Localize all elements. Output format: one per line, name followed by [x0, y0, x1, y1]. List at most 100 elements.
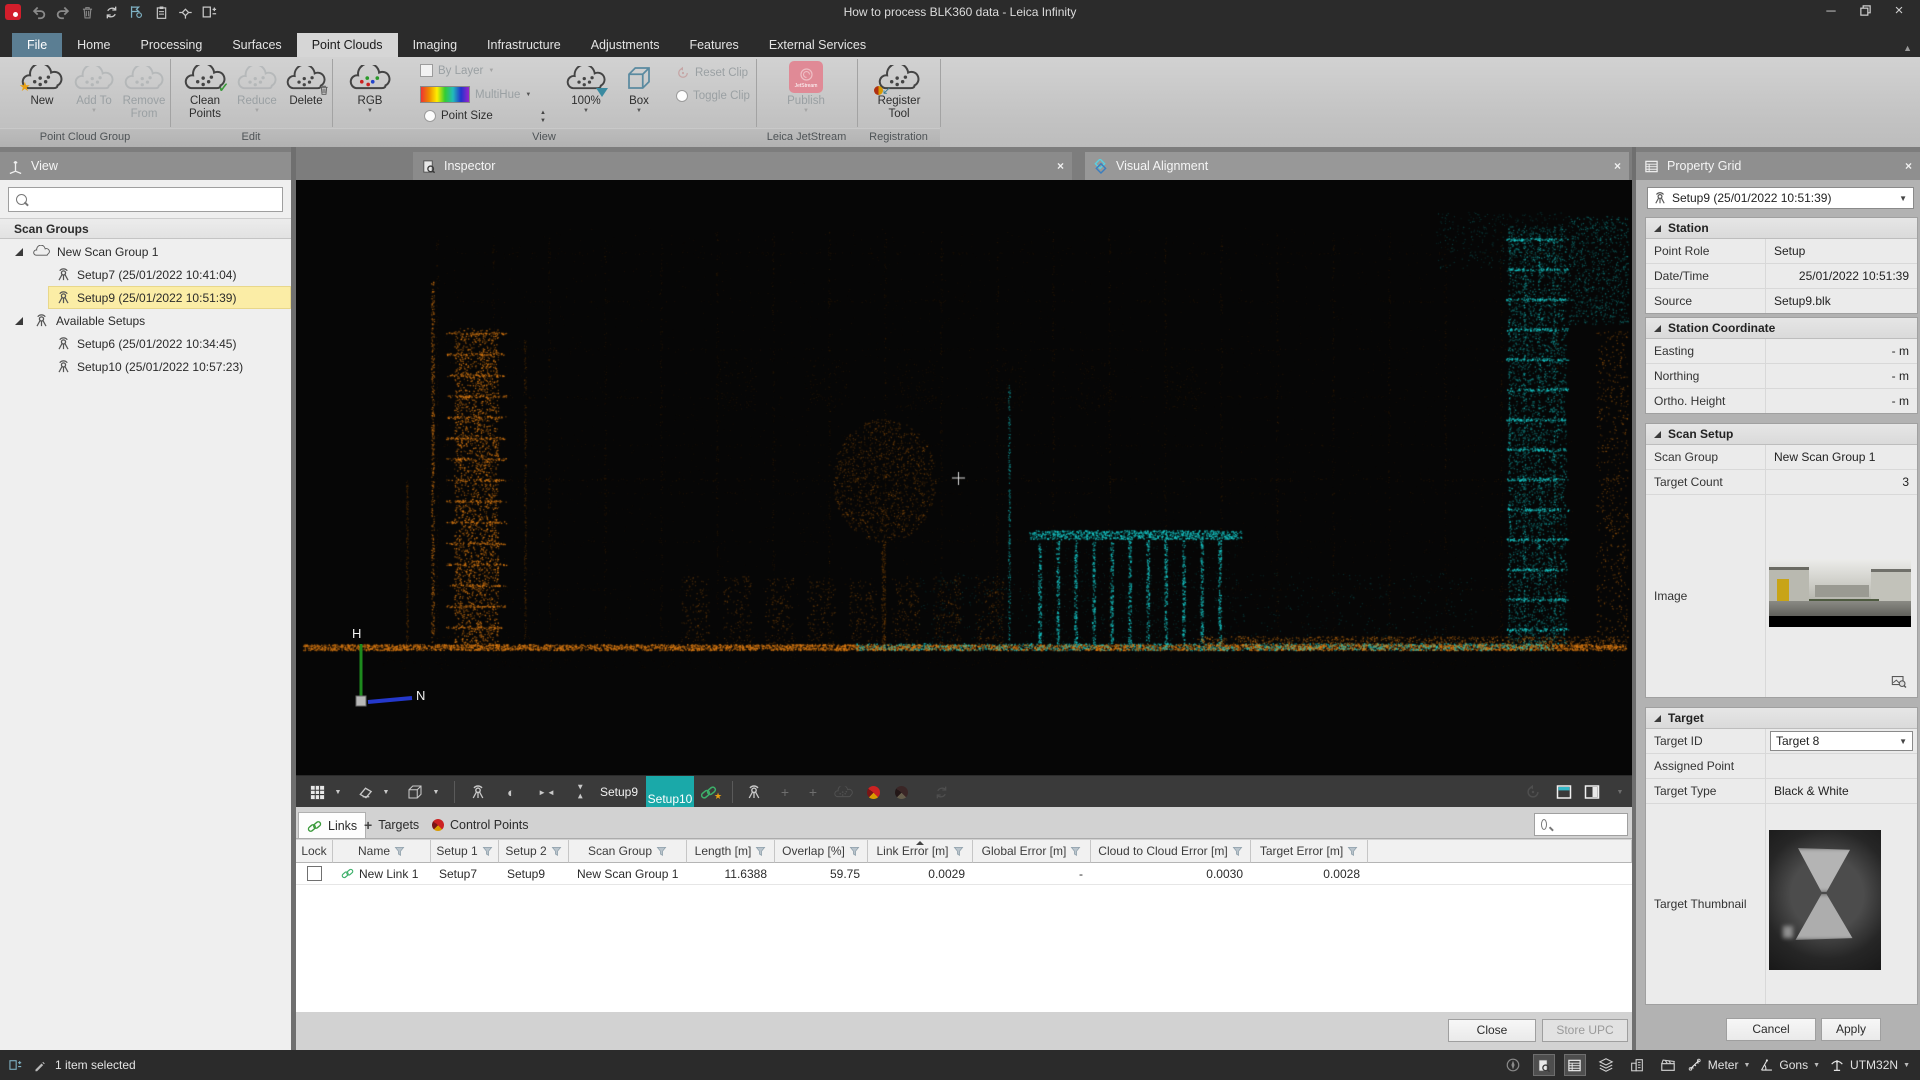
reset-rotation-icon[interactable] [1522, 776, 1544, 808]
remove-from-button[interactable]: Remove From [118, 59, 170, 127]
links-search-box[interactable] [1534, 813, 1628, 836]
delete-points-button[interactable]: Delete [282, 59, 330, 127]
view-from-station-icon[interactable] [742, 776, 766, 808]
tree-item-setup-selected[interactable]: Setup9 (25/01/2022 10:51:39) [0, 286, 291, 309]
publish-button[interactable]: JetStream Publish ▼ [776, 59, 836, 127]
point-cloud-render[interactable] [296, 180, 1632, 775]
property-grid-close-icon[interactable]: × [1905, 159, 1912, 173]
collapse-icon[interactable] [1654, 325, 1661, 332]
menu-tab-infrastructure[interactable]: Infrastructure [472, 33, 576, 57]
control-points-icon[interactable] [862, 776, 884, 808]
filter-icon[interactable] [1232, 846, 1243, 857]
collapse-ribbon-icon[interactable]: ▲ [1903, 43, 1912, 53]
distance-unit-selector[interactable]: Meter ▼ [1688, 1058, 1751, 1073]
compass-icon[interactable] [1502, 1054, 1524, 1076]
point-size-stepper[interactable]: ▲▼ [540, 110, 546, 124]
split-horizontal-icon[interactable] [1552, 776, 1576, 808]
inspector-panel-tab[interactable]: Inspector × [413, 152, 1072, 180]
grid-view-dropdown-icon[interactable]: ▼ [332, 776, 344, 808]
cancel-button[interactable]: Cancel [1726, 1018, 1816, 1041]
column-header-setup1[interactable]: Setup 1 [431, 840, 499, 863]
clean-points-button[interactable]: ✓ Clean Points [178, 59, 232, 127]
toggle-clip-option[interactable]: Toggle Clip [676, 90, 750, 102]
filter-icon[interactable] [1347, 846, 1358, 857]
add-to-button[interactable]: Add To ▼ [70, 59, 118, 127]
tab-targets[interactable]: + Targets [356, 812, 427, 838]
inspector-toggle-icon[interactable] [1533, 1054, 1555, 1076]
section-header[interactable]: Target [1646, 708, 1917, 729]
visual-alignment-close-icon[interactable]: × [1614, 159, 1621, 173]
column-header-link-error[interactable]: Link Error [m] [868, 840, 973, 863]
view-panel-tab[interactable]: View [0, 152, 291, 180]
angle-unit-selector[interactable]: Gons ▼ [1759, 1058, 1820, 1073]
column-header-lock[interactable]: Lock [296, 840, 333, 863]
expander-icon[interactable] [15, 248, 23, 256]
column-header-global-error[interactable]: Global Error [m] [973, 840, 1091, 863]
links-search-input[interactable] [1553, 818, 1627, 832]
table-row[interactable]: New Link 1 Setup7 Setup9 New Scan Group … [296, 863, 1632, 885]
filter-icon[interactable] [1070, 846, 1081, 857]
create-link-icon[interactable]: ★ [698, 776, 724, 808]
apply-button[interactable]: Apply [1821, 1018, 1881, 1041]
filter-icon[interactable] [394, 846, 405, 857]
collapse-icon[interactable] [1654, 225, 1661, 232]
menu-tab-home[interactable]: Home [62, 33, 125, 57]
filter-icon[interactable] [953, 846, 964, 857]
split-vertical-icon[interactable] [1580, 776, 1604, 808]
add-point-icon[interactable]: + [802, 776, 824, 808]
image-zoom-icon[interactable] [1891, 673, 1907, 689]
crs-selector[interactable]: UTM32N ▼ [1829, 1057, 1910, 1073]
toolbar-overflow-icon[interactable]: ▼ [1614, 776, 1626, 808]
inspector-close-icon[interactable]: × [1057, 159, 1064, 173]
column-header-name[interactable]: Name [333, 840, 431, 863]
panorama-thumbnail[interactable] [1769, 559, 1911, 627]
tree-item-group[interactable]: New Scan Group 1 [0, 240, 291, 263]
filter-icon[interactable] [849, 846, 860, 857]
menu-tab-surfaces[interactable]: Surfaces [217, 33, 296, 57]
scan-search-box[interactable] [8, 187, 283, 212]
menu-tab-processing[interactable]: Processing [126, 33, 218, 57]
property-grid-toggle-icon[interactable] [1564, 1054, 1586, 1076]
filter-icon[interactable] [755, 846, 766, 857]
column-header-target-error[interactable]: Target Error [m] [1251, 840, 1368, 863]
target-thumbnail[interactable] [1769, 830, 1881, 970]
tree-item-setup[interactable]: Setup6 (25/01/2022 10:34:45) [0, 332, 291, 355]
section-header[interactable]: Station Coordinate [1646, 318, 1917, 339]
setup-left-label[interactable]: Setup9 [596, 776, 642, 808]
column-header-length[interactable]: Length [m] [687, 840, 775, 863]
tree-item-group[interactable]: Available Setups [0, 309, 291, 332]
building-icon[interactable] [1626, 1054, 1648, 1076]
column-header-scan-group[interactable]: Scan Group [569, 840, 687, 863]
tab-control-points[interactable]: Control Points [424, 812, 537, 838]
layers-icon[interactable] [1595, 1054, 1617, 1076]
toggle-clip-radio[interactable] [676, 90, 688, 102]
eraser-tool-icon[interactable] [354, 776, 376, 808]
menu-tab-file[interactable]: File [12, 33, 62, 57]
filter-icon[interactable] [551, 846, 562, 857]
clip-cube-dropdown-icon[interactable]: ▼ [430, 776, 442, 808]
menu-tab-point-clouds[interactable]: Point Clouds [297, 33, 398, 57]
by-layer-checkbox[interactable] [420, 64, 433, 77]
control-points-alt-icon[interactable] [890, 776, 912, 808]
reduce-button[interactable]: Reduce ▼ [234, 59, 280, 127]
expander-icon[interactable] [15, 317, 23, 325]
point-size-radio[interactable] [424, 110, 436, 122]
menu-tab-adjustments[interactable]: Adjustments [576, 33, 675, 57]
lock-checkbox[interactable] [307, 866, 322, 881]
minimize-button[interactable]: ─ [1814, 0, 1848, 24]
section-header[interactable]: Scan Setup [1646, 424, 1917, 445]
visual-alignment-panel-tab[interactable]: Visual Alignment × [1085, 152, 1629, 180]
multihue-toggle[interactable]: MultiHue▼ [420, 86, 531, 103]
close-dock-button[interactable]: Close [1448, 1019, 1536, 1042]
register-tool-button[interactable]: ↙ Register Tool [868, 59, 930, 127]
tree-item-setup[interactable]: Setup7 (25/01/2022 10:41:04) [0, 263, 291, 286]
section-header[interactable]: Station [1646, 218, 1917, 239]
store-upc-button[interactable]: Store UPC [1542, 1019, 1628, 1042]
column-header-cloud-to-cloud-error[interactable]: Cloud to Cloud Error [m] [1091, 840, 1251, 863]
rgb-button[interactable]: RGB ▼ [344, 59, 396, 127]
tree-item-setup[interactable]: Setup10 (25/01/2022 10:57:23) [0, 355, 291, 378]
update-link-icon[interactable] [930, 776, 952, 808]
menu-tab-external-services[interactable]: External Services [754, 33, 881, 57]
menu-tab-imaging[interactable]: Imaging [398, 33, 472, 57]
station-visibility-icon[interactable] [466, 776, 490, 808]
